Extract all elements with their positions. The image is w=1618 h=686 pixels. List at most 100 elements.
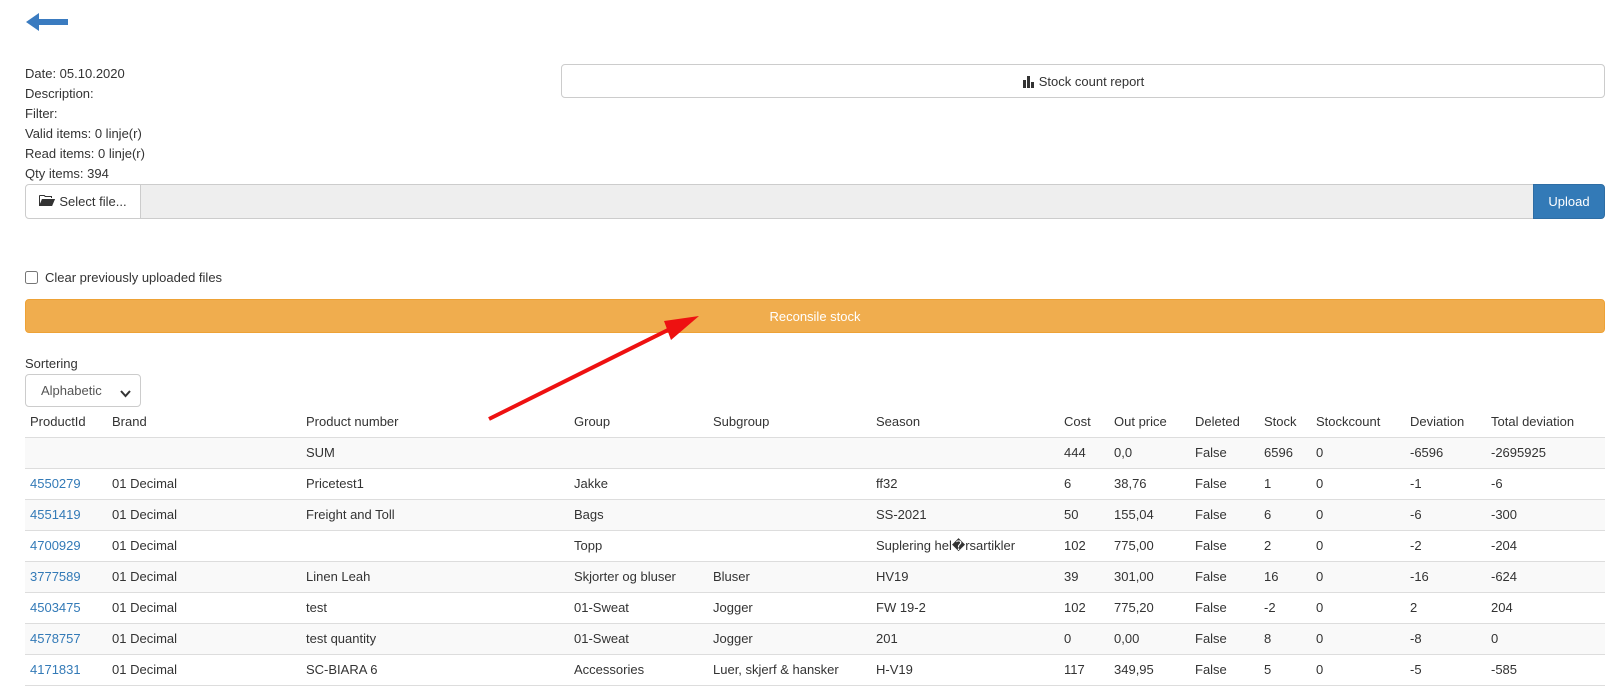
sorting-select[interactable]: Alphabetic [25,374,141,407]
table-row: 4550279 01 Decimal Pricetest1 Jakke ff32 6 38,… [25,468,1605,500]
table-cell: 39 [1059,561,1109,593]
upload-button[interactable]: Upload [1533,184,1605,219]
table-cell: 01-Sweat [569,592,708,624]
product-id-link[interactable]: 4550279 [30,476,81,491]
table-cell: -8 [1405,623,1486,655]
date-text: Date: 05.10.2020 [25,66,125,81]
column-header[interactable]: Subgroup [708,407,871,438]
table-cell: 0,00 [1109,623,1190,655]
table-cell: 444 [1059,437,1109,469]
select-file-button[interactable]: Select file... [25,184,141,219]
product-id-link[interactable]: 4700929 [30,538,81,553]
table-cell: 01 Decimal [107,468,301,500]
column-header[interactable]: Total deviation [1486,407,1605,438]
table-cell: -585 [1486,654,1605,686]
table-cell [708,468,871,500]
folder-open-icon [39,194,56,210]
column-header[interactable]: Season [871,407,1059,438]
table-cell: test [301,592,569,624]
table-cell: -624 [1486,561,1605,593]
column-header[interactable]: Product number [301,407,569,438]
table-cell: 38,76 [1109,468,1190,500]
column-header[interactable]: ProductId [25,407,107,438]
table-cell: False [1190,499,1259,531]
stock-count-report-button[interactable]: Stock count report [561,64,1605,98]
table-cell: Jogger [708,592,871,624]
table-cell: Jogger [708,623,871,655]
table-cell: 01 Decimal [107,623,301,655]
table-cell: 102 [1059,592,1109,624]
table-cell: 117 [1059,654,1109,686]
table-cell: 3777589 [25,561,107,593]
table-cell: 6 [1059,468,1109,500]
table-cell [107,437,301,469]
column-header[interactable]: Cost [1059,407,1109,438]
sum-row: SUM 444 0,0 False 6596 0 -6596 -2695925 [25,437,1605,469]
product-id-link[interactable]: 4578757 [30,631,81,646]
table-cell: 01 Decimal [107,561,301,593]
description-text: Description: [25,86,94,101]
table-cell: -2 [1259,592,1311,624]
product-id-link[interactable]: 4503475 [30,600,81,615]
table-cell [25,437,107,469]
table-header-row: ProductId Brand Product number Group Sub… [25,407,1605,438]
table-cell: 4700929 [25,530,107,562]
table-cell: 4171831 [25,654,107,686]
table-cell: 01 Decimal [107,592,301,624]
column-header[interactable]: Brand [107,407,301,438]
stock-count-report-label: Stock count report [1038,73,1145,89]
back-arrow-icon[interactable] [26,10,68,34]
valid-items-text: Valid items: 0 linje(r) [25,126,142,141]
table-cell: False [1190,468,1259,500]
bar-chart-icon [1022,75,1035,88]
sorting-selected-value: Alphabetic [41,383,102,398]
table-cell: Bags [569,499,708,531]
clear-uploaded-files-option[interactable]: Clear previously uploaded files [25,270,222,285]
table-cell: False [1190,530,1259,562]
select-file-label: Select file... [59,194,127,209]
table-cell: Accessories [569,654,708,686]
table-cell: Jakke [569,468,708,500]
column-header[interactable]: Group [569,407,708,438]
product-id-link[interactable]: 4171831 [30,662,81,677]
table-cell: 775,00 [1109,530,1190,562]
table-cell: 0 [1311,623,1405,655]
table-cell [708,530,871,562]
table-cell: 349,95 [1109,654,1190,686]
clear-uploaded-files-checkbox[interactable] [25,271,38,284]
table-cell: -2695925 [1486,437,1605,469]
table-cell: -6596 [1405,437,1486,469]
table-cell: SUM [301,437,569,469]
table-cell: False [1190,561,1259,593]
table-cell: 0 [1311,561,1405,593]
table-cell: -1 [1405,468,1486,500]
table-cell: 775,20 [1109,592,1190,624]
table-cell: Linen Leah [301,561,569,593]
table-cell: -6 [1405,499,1486,531]
table-cell: -2 [1405,530,1486,562]
column-header[interactable]: Deviation [1405,407,1486,438]
product-id-link[interactable]: 4551419 [30,507,81,522]
stock-count-info: Date: 05.10.2020 Description: Filter: Va… [25,64,145,184]
table-cell: False [1190,623,1259,655]
table-cell: False [1190,654,1259,686]
table-cell: Skjorter og bluser [569,561,708,593]
table-cell: 0 [1059,623,1109,655]
table-cell: -300 [1486,499,1605,531]
table-cell: 2 [1259,530,1311,562]
table-cell: False [1190,592,1259,624]
column-header[interactable]: Out price [1109,407,1190,438]
table-cell: 0 [1311,437,1405,469]
filter-text: Filter: [25,106,58,121]
product-id-link[interactable]: 3777589 [30,569,81,584]
table-row: 3777589 01 Decimal Linen Leah Skjorter og b… [25,561,1605,593]
reconcile-stock-button[interactable]: Reconsile stock [25,299,1605,333]
table-cell: 0 [1311,592,1405,624]
column-header[interactable]: Stockcount [1311,407,1405,438]
column-header[interactable]: Deleted [1190,407,1259,438]
table-cell: -204 [1486,530,1605,562]
table-cell: Luer, skjerf & hansker [708,654,871,686]
table-cell: 6 [1259,499,1311,531]
table-row: 4171831 01 Decimal SC-BIARA 6 Accessories Lu… [25,654,1605,686]
column-header[interactable]: Stock [1259,407,1311,438]
